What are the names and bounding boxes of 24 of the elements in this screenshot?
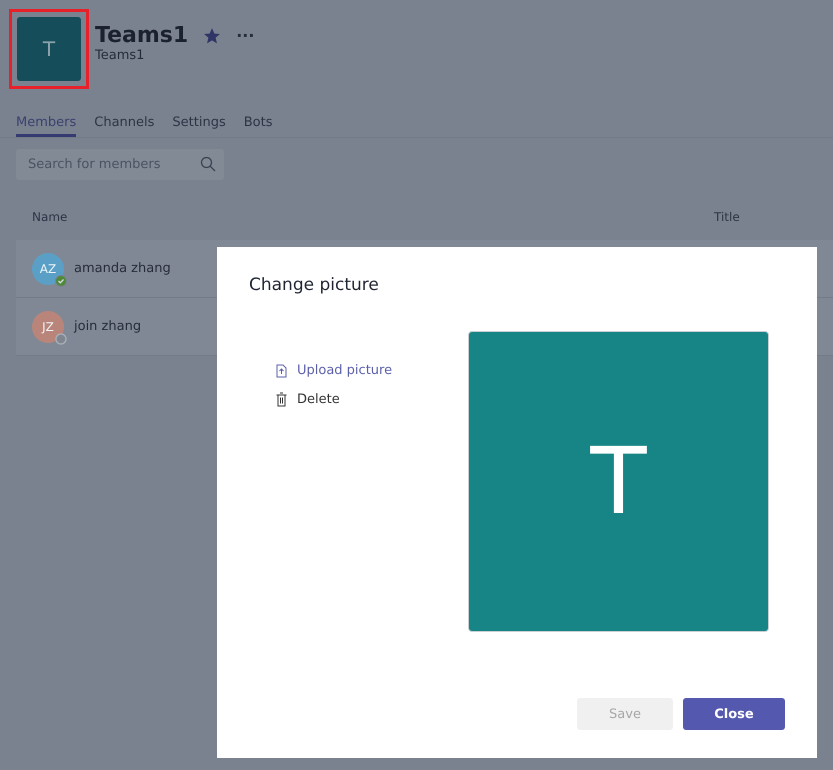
team-avatar[interactable]: T xyxy=(17,17,81,81)
more-button[interactable]: ··· xyxy=(232,26,258,45)
team-subtitle: Teams1 xyxy=(95,48,146,63)
action-link[interactable]: Delete xyxy=(276,392,469,407)
trash-icon xyxy=(276,392,287,407)
picture-preview: T xyxy=(469,332,768,631)
team-name: Teams1 xyxy=(95,23,188,48)
column-header: Name xyxy=(32,210,68,224)
member-avatar: AZ xyxy=(32,252,64,284)
member-name: amanda zhang xyxy=(74,261,171,276)
search-icon xyxy=(200,156,216,172)
search-field[interactable]: Search for members xyxy=(16,149,224,180)
column-header: Title xyxy=(714,210,740,224)
upload-file-icon xyxy=(276,364,287,378)
member-avatar: JZ xyxy=(32,310,64,342)
action-link[interactable]: Upload picture xyxy=(276,363,469,378)
tab[interactable]: Members xyxy=(16,115,76,137)
dialog-title: Change picture xyxy=(249,275,380,295)
tab[interactable]: Settings xyxy=(172,115,226,137)
dialog-button[interactable]: Close xyxy=(683,698,785,730)
member-name: join zhang xyxy=(74,319,142,334)
star-icon[interactable] xyxy=(204,28,220,44)
tab[interactable]: Channels xyxy=(94,115,154,137)
tab[interactable]: Bots xyxy=(244,115,272,137)
